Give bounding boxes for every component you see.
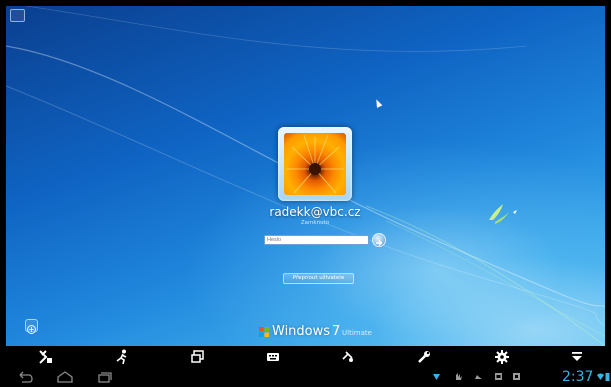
home-icon[interactable] — [56, 370, 74, 384]
android-navigation-bar: 2:37 — [0, 368, 611, 387]
switch-user-button[interactable]: Přepnout uživatele — [283, 273, 354, 284]
username-label: radekk@vbc.cz — [269, 205, 361, 219]
flower-petals-icon — [286, 134, 344, 194]
notification-icon — [456, 373, 462, 380]
tools-icon[interactable] — [416, 349, 432, 365]
remote-desktop-screen: radekk@vbc.cz Zamknuto Přepnout uživatel… — [0, 0, 611, 387]
flower-avatar-image — [284, 133, 346, 195]
recent-apps-icon[interactable] — [96, 370, 114, 384]
windows-login-screen: radekk@vbc.cz Zamknuto Přepnout uživatel… — [6, 6, 605, 346]
sync-icon — [513, 373, 520, 380]
arrow-right-icon — [376, 240, 383, 246]
brand-version: 7 — [332, 324, 341, 339]
menu-down-icon[interactable] — [569, 349, 585, 365]
wifi-icon — [597, 373, 604, 380]
run-icon[interactable] — [114, 349, 130, 365]
cloud-icon — [475, 375, 482, 379]
keyboard-icon[interactable] — [265, 349, 281, 365]
remote-toolbar — [0, 346, 611, 368]
download-icon — [433, 374, 440, 380]
settings-icon[interactable] — [494, 349, 510, 365]
touch-mode-icon[interactable] — [340, 349, 356, 365]
bird-decoration-icon — [489, 204, 517, 224]
back-icon[interactable] — [16, 370, 34, 384]
brand-edition: Ultimate — [342, 329, 372, 337]
battery-icon — [605, 373, 610, 381]
system-clock: 2:37 — [562, 369, 594, 385]
window-switch-icon[interactable] — [190, 349, 206, 365]
windows-flag-icon — [259, 327, 269, 337]
ease-of-access-icon — [27, 325, 36, 334]
submit-arrow-button[interactable] — [372, 233, 386, 247]
ease-of-access-button[interactable] — [25, 319, 38, 334]
user-avatar[interactable] — [278, 127, 352, 201]
sd-card-icon — [495, 373, 502, 380]
disconnect-icon[interactable] — [38, 349, 54, 365]
fullscreen-toggle-icon[interactable] — [10, 9, 25, 22]
brand-name: Windows — [272, 324, 331, 339]
password-field[interactable] — [264, 235, 369, 245]
locked-status-label: Zamknuto — [300, 220, 330, 226]
